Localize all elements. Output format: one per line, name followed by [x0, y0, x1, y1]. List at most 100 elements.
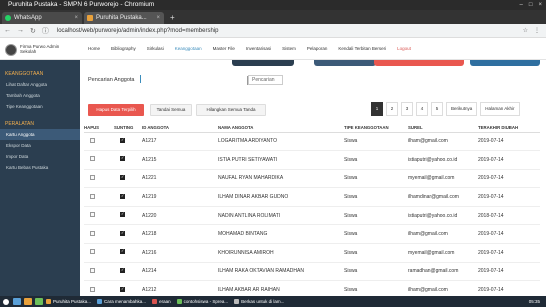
- check-all-button[interactable]: Tandai Semua: [150, 104, 192, 116]
- url-field[interactable]: localhost/web/purworejo/admin/index.php?…: [57, 28, 219, 34]
- delete-checkbox[interactable]: [90, 249, 95, 255]
- page-1-button[interactable]: 1: [371, 102, 383, 116]
- menu-pelaporan[interactable]: Pelaporan: [307, 46, 328, 51]
- member-email: ramadhan@gmail.com: [408, 262, 478, 282]
- delete-checkbox[interactable]: [90, 137, 95, 143]
- search-button[interactable]: Pencarian: [247, 75, 283, 85]
- delete-checkbox[interactable]: [90, 267, 95, 273]
- sidebar-item-kartu[interactable]: Kartu Anggota: [0, 129, 80, 140]
- sidebar-item-impor[interactable]: Impor Data: [0, 151, 80, 162]
- maximize-icon[interactable]: □: [529, 0, 533, 10]
- tab-label: Puruhita Pustaka...: [96, 15, 147, 21]
- member-type: Siswa: [344, 224, 408, 245]
- member-name: ISTIA PUTRI SETIYAWATI: [218, 150, 344, 170]
- reload-icon[interactable]: ↻: [30, 27, 36, 35]
- minimize-icon[interactable]: –: [520, 0, 523, 10]
- last-page-button[interactable]: Halaman Akhir: [480, 102, 520, 116]
- browser-icon[interactable]: [24, 298, 32, 305]
- pagination: 1 2 3 4 5 Berikutnya Halaman Akhir: [371, 102, 520, 116]
- table-header-row: HAPUS SUNTING ID ANGGOTA NAMA ANGGOTA TI…: [84, 123, 540, 133]
- sidebar-item-bebas-pustaka[interactable]: Kartu Bebas Pustaka: [0, 162, 80, 173]
- tab-whatsapp[interactable]: WhatsApp ×: [2, 12, 82, 24]
- taskbar-item[interactable]: contohsiswa - Sprea...: [176, 299, 228, 304]
- edit-icon[interactable]: [120, 248, 125, 255]
- file-manager-icon[interactable]: [13, 298, 21, 305]
- back-icon[interactable]: ←: [4, 27, 11, 34]
- edit-icon[interactable]: [120, 174, 125, 180]
- menu-home[interactable]: Home: [88, 46, 100, 51]
- member-date: 2019-07-14: [478, 150, 540, 170]
- member-email: istiaputri@yahoo.co.id: [408, 206, 478, 226]
- table-row: A1214 ILHAM RAKA OKTAVIAN RAMADHAN Siswa…: [84, 262, 540, 282]
- sidebar-item-tipe[interactable]: Tipe Keanggotaan: [0, 101, 80, 112]
- edit-icon[interactable]: [120, 211, 125, 218]
- member-date: 2019-07-14: [478, 224, 540, 245]
- menu-inventarisasi[interactable]: Inventarisasi: [246, 46, 271, 51]
- forward-icon[interactable]: →: [17, 27, 24, 34]
- menu-bibliography[interactable]: Bibliography: [111, 46, 136, 51]
- edit-icon[interactable]: [120, 193, 125, 199]
- delete-checkbox[interactable]: [90, 156, 95, 162]
- next-page-button[interactable]: Berikutnya: [446, 102, 478, 116]
- bookmark-star-icon[interactable]: ☆: [523, 27, 528, 34]
- sidebar-item-tambah-anggota[interactable]: Tambah Anggota: [0, 90, 80, 101]
- new-tab-button[interactable]: +: [166, 12, 175, 24]
- member-name: KHOIRUNNISA AMIROH: [218, 243, 344, 263]
- menu-sistem[interactable]: Sistem: [282, 46, 296, 51]
- info-icon[interactable]: ⓘ: [42, 26, 49, 36]
- taskbar-item[interactable]: Puruhita Pustaka...: [46, 299, 91, 304]
- page-3-button[interactable]: 3: [401, 102, 413, 116]
- edit-icon[interactable]: [120, 155, 125, 162]
- start-menu-icon[interactable]: [3, 298, 9, 305]
- member-id: A1220: [142, 206, 218, 226]
- window-title: Puruhita Pustaka - SMPN 6 Purworejo - Ch…: [8, 1, 155, 8]
- menu-master-file[interactable]: Master File: [213, 46, 235, 51]
- taskbar-clock: 05:35: [528, 299, 540, 304]
- col-tipe: TIPE KEANGGOTAAN: [344, 123, 408, 133]
- col-sunting: SUNTING: [114, 123, 142, 133]
- delete-checkbox[interactable]: [90, 212, 95, 218]
- member-name: MOHAMAD BINTANG: [218, 224, 344, 245]
- member-type: Siswa: [344, 187, 408, 207]
- delete-checkbox[interactable]: [90, 286, 95, 292]
- delete-selected-button[interactable]: Hapus Data Terpilih: [88, 104, 144, 116]
- table-row: A1220 NADIN ANTLINA ROLIMATI Siswa istia…: [84, 206, 540, 226]
- sidebar-item-lihat-anggota[interactable]: Lihat Daftar Anggota: [0, 79, 80, 90]
- page-5-button[interactable]: 5: [431, 102, 443, 116]
- terminal-icon[interactable]: [35, 298, 43, 305]
- table-row: A1221 NAUFAL RYAN MAHARDIKA Siswa myemai…: [84, 169, 540, 189]
- menu-logout[interactable]: Logout: [397, 46, 411, 51]
- edit-icon[interactable]: [120, 286, 125, 292]
- member-type: Siswa: [344, 169, 408, 189]
- edit-icon[interactable]: [120, 267, 125, 273]
- search-input[interactable]: [140, 75, 141, 83]
- taskbar-item[interactable]: Cara menambahka...: [97, 299, 146, 304]
- menu-kendali-terbitan[interactable]: Kendali Terbitan Berseri: [338, 46, 386, 51]
- delete-checkbox[interactable]: [90, 193, 95, 199]
- menu-keanggotaan[interactable]: Keanggotaan: [175, 46, 202, 51]
- delete-checkbox[interactable]: [90, 174, 95, 180]
- member-date: 2019-07-14: [478, 262, 540, 282]
- menu-sirkulasi[interactable]: Sirkulasi: [147, 46, 164, 51]
- taskbar-item[interactable]: Berkas untuk di lam...: [234, 299, 284, 304]
- taskbar-item[interactable]: eraan: [152, 299, 171, 304]
- sidebar-item-ekspor[interactable]: Ekspor Data: [0, 140, 80, 151]
- member-name: ILHAM RAKA OKTAVIAN RAMADHAN: [218, 262, 344, 282]
- menu-dots-icon[interactable]: ⋮: [534, 27, 540, 34]
- col-nama: NAMA ANGGOTA: [218, 123, 344, 133]
- uncheck-all-button[interactable]: Hilangkan Semua Tanda: [196, 104, 266, 116]
- member-name: ILHAM DINAR AKBAR GUDNO: [218, 187, 344, 207]
- sidebar-section-keanggotaan: KEANGGOTAAN: [5, 71, 44, 77]
- page-2-button[interactable]: 2: [386, 102, 398, 116]
- edit-icon[interactable]: [120, 230, 125, 236]
- tab-puruhita[interactable]: Puruhita Pustaka... ×: [84, 12, 164, 24]
- tab-close-icon[interactable]: ×: [74, 12, 78, 24]
- tab-close-icon[interactable]: ×: [156, 12, 160, 24]
- page-4-button[interactable]: 4: [416, 102, 428, 116]
- delete-checkbox[interactable]: [90, 230, 95, 236]
- member-type: Siswa: [344, 206, 408, 226]
- address-actions: ☆ ⋮: [523, 27, 540, 34]
- sidebar-section-peralatan: PERALATAN: [5, 121, 34, 127]
- close-window-icon[interactable]: ×: [538, 0, 542, 10]
- edit-icon[interactable]: [120, 137, 125, 143]
